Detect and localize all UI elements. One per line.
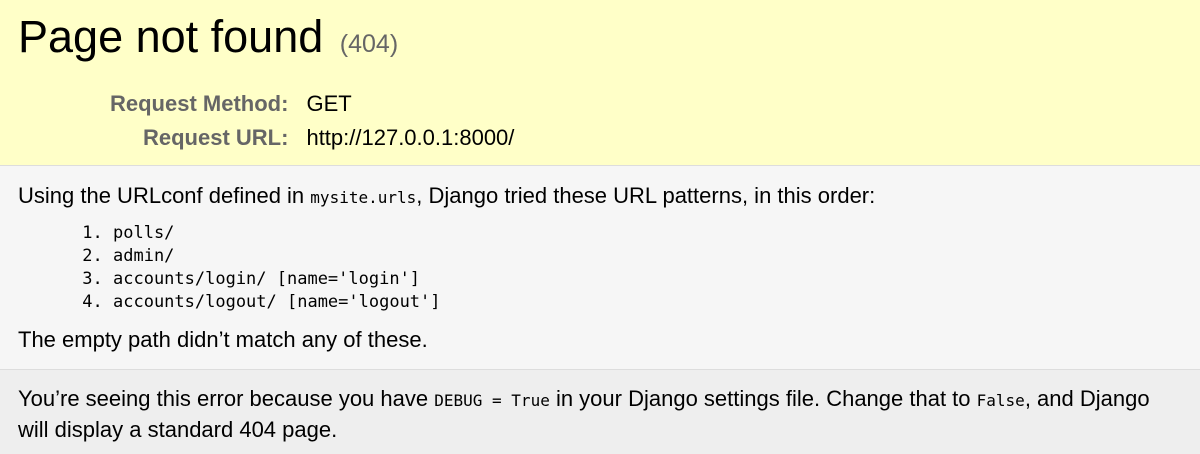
status-code: (404) bbox=[339, 30, 399, 58]
request-method-value: GET bbox=[306, 91, 352, 116]
explanation-text-middle: in your Django settings file. Change tha… bbox=[549, 386, 977, 411]
intro-text-after: , Django tried these URL patterns, in th… bbox=[416, 183, 876, 208]
url-pattern-list: polls/ admin/ accounts/login/ [name='log… bbox=[18, 222, 1182, 314]
urlconf-module: mysite.urls bbox=[310, 188, 417, 207]
false-value-code: False bbox=[976, 391, 1025, 410]
request-method-label: Request Method: bbox=[110, 91, 289, 116]
debug-setting-code: DEBUG = True bbox=[434, 391, 550, 410]
request-method-row: Request Method: GET bbox=[110, 90, 514, 124]
url-pattern-item: accounts/logout/ [name='logout'] bbox=[113, 291, 1182, 314]
request-meta-table: Request Method: GET Request URL: http://… bbox=[110, 90, 514, 158]
page-title: Page not found (404) bbox=[18, 10, 1182, 71]
debug-explanation: You’re seeing this error because you hav… bbox=[18, 384, 1182, 444]
page-title-text: Page not found bbox=[18, 11, 324, 62]
url-pattern-item: accounts/login/ [name='login'] bbox=[113, 268, 1182, 291]
info-panel: Using the URLconf defined in mysite.urls… bbox=[0, 166, 1200, 370]
no-match-message: The empty path didn’t match any of these… bbox=[18, 327, 428, 352]
request-url-value: http://127.0.0.1:8000/ bbox=[306, 125, 515, 150]
urlconf-intro: Using the URLconf defined in mysite.urls… bbox=[18, 181, 1182, 213]
explanation-text-before: You’re seeing this error because you hav… bbox=[18, 386, 435, 411]
url-pattern-item: admin/ bbox=[113, 245, 1182, 268]
request-url-row: Request URL: http://127.0.0.1:8000/ bbox=[110, 124, 514, 158]
summary-panel: Page not found (404) Request Method: GET… bbox=[0, 0, 1200, 166]
request-url-label: Request URL: bbox=[143, 125, 289, 150]
url-pattern-item: polls/ bbox=[113, 222, 1182, 245]
intro-text-before: Using the URLconf defined in bbox=[18, 183, 311, 208]
explanation-panel: You’re seeing this error because you hav… bbox=[0, 370, 1200, 454]
